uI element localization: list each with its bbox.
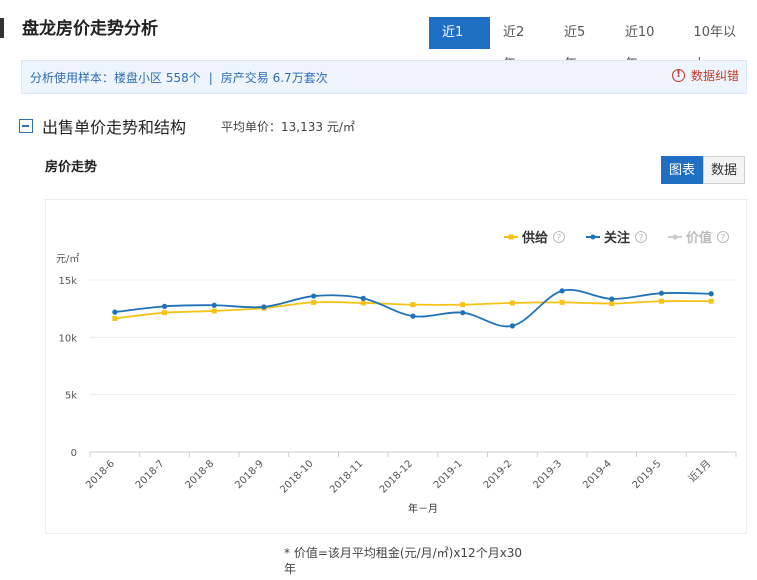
help-icon-glyph: ?	[557, 234, 562, 244]
x-tick-label: 2019-3	[531, 458, 564, 491]
series-point-1	[509, 323, 515, 329]
legend-label: 关注	[604, 230, 630, 246]
series-point-0	[609, 301, 615, 307]
y-tick-label: 10k	[58, 333, 77, 344]
data-view-button[interactable]: 数据	[703, 156, 745, 184]
x-tick-label: 2018-11	[328, 458, 365, 495]
footnote: * 价值=该月平均租金(元/月/㎡)x12个月x30年	[284, 546, 523, 576]
x-tick-label: 2018-8	[184, 458, 217, 491]
series-point-1	[211, 302, 217, 308]
x-tick-label: 2018-12	[378, 458, 415, 495]
chart-container: 0 5k 10k 15k 元/㎡ 2018-6 2018-7 2018-8 2018-9 2018…	[45, 199, 747, 534]
x-tick-label: 2019-2	[482, 458, 515, 491]
series-point-1	[609, 296, 615, 302]
data-error-label: 数据纠错	[691, 69, 740, 83]
chart-view-button[interactable]: 图表	[661, 156, 703, 184]
x-tick-label: 近1月	[685, 457, 713, 485]
x-tick-label: 2019-5	[631, 458, 664, 491]
series-point-0	[311, 299, 317, 305]
series-point-1	[658, 290, 665, 296]
range-tabs: 近1 年 近2 年 近5 年 近10 年 10年以上	[429, 17, 757, 72]
sample-label: 分析使用样本：	[30, 71, 115, 85]
series-point-0	[509, 300, 515, 306]
series-point-0	[211, 308, 217, 314]
chart-panel-title: 房价走势	[45, 160, 98, 175]
sample-info-box: 分析使用样本：楼盘小区 558个 | 房产交易 6.7万套次	[21, 60, 747, 94]
x-tick-label: 2019-4	[581, 458, 614, 491]
series-point-1	[360, 295, 366, 301]
series-line-1	[114, 289, 712, 328]
price-trend-chart: 0 5k 10k 15k 元/㎡ 2018-6 2018-7 2018-8 2018-9 2018…	[56, 230, 737, 515]
help-icon-glyph: ?	[639, 234, 644, 244]
series-point-0	[708, 298, 714, 304]
series-point-0	[360, 300, 366, 306]
series-point-0	[559, 299, 565, 305]
series-point-0	[162, 310, 168, 316]
trade-value: 房产交易 6.7万套次	[220, 71, 328, 85]
average-price: 平均单价：13,133 元/㎡	[221, 118, 355, 135]
tab-5-years[interactable]: 近5 年	[551, 17, 612, 72]
data-error-link[interactable]: ! 数据纠错	[672, 68, 742, 84]
tab-1-year[interactable]: 近1 年	[429, 17, 490, 72]
series-point-1	[311, 293, 317, 299]
legend-label: 供给	[521, 230, 548, 246]
y-tick-label: 15k	[58, 276, 77, 287]
legend-marker	[508, 234, 514, 240]
legend-marker	[672, 234, 678, 240]
section-title: 出售单价走势和结构	[42, 118, 187, 137]
x-tick-label: 2018-6	[84, 458, 117, 491]
series-point-1	[112, 309, 118, 315]
series-point-0	[112, 315, 118, 321]
title-accent-bar	[0, 18, 4, 38]
y-tick-label: 5k	[65, 391, 77, 402]
series-point-0	[658, 298, 664, 304]
collapse-icon[interactable]	[19, 119, 33, 133]
series-point-1	[161, 303, 168, 309]
tab-2-years[interactable]: 近2 年	[490, 17, 551, 72]
view-toggle: 图表 数据	[661, 156, 745, 184]
series-point-1	[460, 310, 466, 316]
series-point-0	[460, 302, 466, 308]
avg-value: 13,133 元/㎡	[281, 120, 355, 134]
y-tick-label: 0	[71, 448, 77, 459]
page-title: 盘龙房价走势分析	[22, 19, 158, 39]
x-tick-label: 2018-9	[233, 458, 266, 491]
info-circle-icon: !	[672, 69, 685, 82]
y-axis-label: 元/㎡	[56, 253, 79, 265]
tab-10-plus-years[interactable]: 10年以上	[680, 17, 757, 72]
series-point-1	[261, 304, 267, 310]
x-axis-label: 年－月	[408, 502, 438, 515]
series-point-0	[410, 302, 416, 308]
info-separator: |	[208, 71, 213, 85]
help-icon-glyph: ?	[721, 234, 726, 244]
tab-10-years[interactable]: 近10 年	[612, 17, 681, 72]
legend-marker	[590, 234, 596, 240]
x-tick-label: 2019-1	[432, 458, 465, 491]
x-tick-label: 2018-10	[278, 458, 315, 495]
sample-info-text: 分析使用样本：楼盘小区 558个 | 房产交易 6.7万套次	[30, 69, 328, 86]
series-point-1	[559, 288, 565, 294]
series-point-1	[410, 313, 416, 319]
legend-label: 价值	[686, 230, 712, 246]
series-point-1	[708, 291, 714, 297]
x-tick-label: 2018-7	[134, 458, 167, 491]
sample-value: 楼盘小区 558个	[114, 71, 201, 85]
avg-label: 平均单价：	[221, 120, 282, 134]
